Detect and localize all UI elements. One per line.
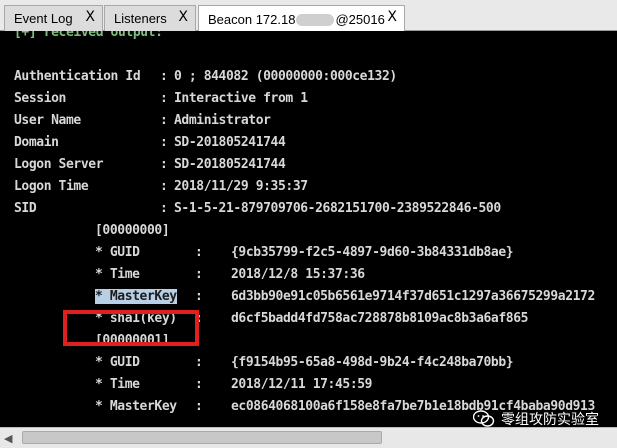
- row-sep: :: [160, 135, 168, 150]
- masterkey-label-highlighted: * MasterKey: [95, 289, 177, 304]
- row-value: SD-201805241744: [174, 135, 286, 150]
- row-sep: :: [195, 267, 203, 282]
- row-value: 2018/12/8 15:37:36: [231, 267, 365, 282]
- row-key: User Name: [14, 113, 81, 128]
- row-value: d6cf5badd4fd758ac728878b8109ac8b3a6af865: [231, 311, 529, 326]
- key-index: [00000000]: [95, 223, 170, 238]
- row-key: Domain: [14, 135, 59, 150]
- row-sep: :: [160, 69, 168, 84]
- row-value: Interactive from 1: [174, 91, 308, 106]
- row-sep: :: [195, 377, 203, 392]
- scroll-left-arrow-icon[interactable]: ◀: [4, 432, 12, 445]
- row-value: Administrator: [174, 113, 271, 128]
- close-icon[interactable]: X: [178, 9, 188, 25]
- row-sep: :: [195, 355, 203, 370]
- annotation-box: [63, 310, 199, 346]
- scrollbar-thumb[interactable]: [22, 431, 382, 444]
- row-value: {f9154b95-65a8-498d-9b24-f4c248ba70bb}: [231, 355, 514, 370]
- row-sep: :: [195, 399, 203, 414]
- row-sep: :: [195, 289, 203, 304]
- row-value: SD-201805241744: [174, 157, 286, 172]
- tab-beacon-label: Beacon 172.18 @25016: [199, 12, 385, 27]
- row-value: {9cb35799-f2c5-4897-9d60-3b84331db8ae}: [231, 245, 514, 260]
- row-sep: :: [160, 201, 168, 216]
- beacon-console-output[interactable]: [+] received output: Authentication Id:0…: [0, 31, 617, 427]
- row-key: Logon Server: [14, 157, 104, 172]
- row-key: * Time: [95, 377, 140, 392]
- received-output-line: [+] received output:: [14, 31, 163, 40]
- row-key: * Time: [95, 267, 140, 282]
- row-key: SID: [14, 201, 37, 216]
- row-value: S-1-5-21-879709706-2682151700-2389522846…: [174, 201, 501, 216]
- tab-event-log[interactable]: Event Log X: [4, 5, 103, 31]
- tab-beacon-label-prefix: Beacon 172.18: [208, 11, 296, 27]
- row-key: * GUID: [95, 355, 140, 370]
- row-key: Logon Time: [14, 179, 89, 194]
- tab-bar: Event Log X Listeners X Beacon 172.18 @25…: [0, 0, 617, 32]
- watermark-text: 零组攻防实验室: [501, 412, 599, 428]
- horizontal-scrollbar[interactable]: ◀: [0, 427, 617, 448]
- row-key: Authentication Id: [14, 69, 141, 84]
- tab-beacon[interactable]: Beacon 172.18 @25016 X: [198, 5, 405, 32]
- row-key: Session: [14, 91, 66, 106]
- close-icon[interactable]: X: [85, 9, 95, 25]
- row-value: 2018/11/29 9:35:37: [174, 179, 308, 194]
- row-sep: :: [160, 91, 168, 106]
- row-value: 0 ; 844082 (00000000:000ce132): [174, 69, 397, 84]
- close-icon[interactable]: X: [387, 9, 397, 25]
- watermark: 零组攻防实验室: [473, 409, 599, 429]
- row-sep: :: [160, 157, 168, 172]
- tab-listeners[interactable]: Listeners X: [104, 5, 196, 31]
- tab-event-log-label: Event Log: [14, 11, 73, 26]
- redacted-ip-blur: [296, 14, 335, 27]
- row-sep: :: [160, 113, 168, 128]
- row-sep: :: [195, 245, 203, 260]
- row-value: 6d3bb90e91c05b6561e9714f37d651c1297a3667…: [231, 289, 595, 304]
- tab-listeners-label: Listeners: [114, 11, 167, 26]
- row-sep: :: [160, 179, 168, 194]
- row-key: * GUID: [95, 245, 140, 260]
- row-key: * MasterKey: [95, 399, 177, 414]
- row-value: 2018/12/11 17:45:59: [231, 377, 373, 392]
- tab-beacon-label-suffix: @25016: [335, 11, 385, 27]
- wechat-icon: [473, 410, 495, 427]
